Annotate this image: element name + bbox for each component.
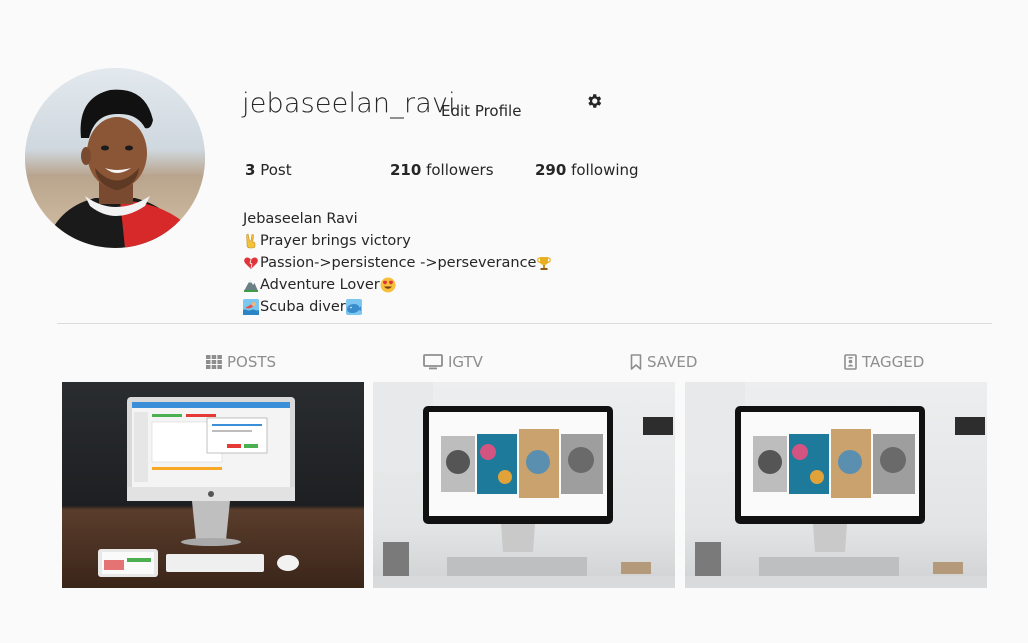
heart-eyes-icon (380, 277, 396, 293)
followers-label: followers (426, 161, 494, 179)
bio: Jebaseelan Ravi Prayer brings victory Pa… (243, 208, 553, 318)
trophy-icon (537, 257, 552, 270)
swimmer-icon (243, 299, 259, 315)
tab-igtv[interactable]: IGTV (423, 352, 483, 372)
bio-line: Adventure Lover (243, 274, 553, 296)
post-thumbnail[interactable] (373, 382, 675, 588)
followers-count: 210 (390, 161, 422, 179)
following-label: following (571, 161, 639, 179)
post-thumbnail[interactable] (62, 382, 364, 588)
avatar[interactable] (25, 68, 205, 248)
tab-posts[interactable]: POSTS (206, 352, 276, 372)
stat-followers[interactable]: 210 followers (390, 161, 494, 179)
tab-label: IGTV (448, 353, 483, 371)
bio-line: Passion->persistence ->perseverance (243, 252, 553, 274)
divider (57, 323, 992, 324)
stat-posts: 3 Post (245, 161, 292, 179)
stat-following[interactable]: 290 following (535, 161, 639, 179)
whale-icon (345, 299, 362, 315)
bookmark-icon (630, 354, 642, 370)
grid-icon (206, 355, 222, 369)
tab-label: POSTS (227, 353, 277, 371)
bio-text: Adventure Lover (260, 277, 380, 293)
mountain-icon (244, 280, 258, 292)
tag-portrait-icon (844, 354, 857, 370)
bio-line: Prayer brings victory (243, 230, 553, 252)
profile-page: jebaseelan_ravi Edit Profile 3 Post 210 … (0, 0, 1028, 643)
tab-label: TAGGED (862, 353, 925, 371)
heart-icon (244, 257, 258, 269)
posts-label: Post (260, 161, 292, 179)
username: jebaseelan_ravi (242, 88, 456, 119)
bio-text: Scuba diver (260, 299, 346, 315)
tv-icon (423, 354, 443, 370)
tab-saved[interactable]: SAVED (630, 352, 697, 372)
victory-hand-icon (246, 233, 256, 249)
post-thumbnail[interactable] (685, 382, 987, 588)
bio-line: Scuba diver (243, 296, 553, 318)
tab-label: SAVED (647, 353, 698, 371)
gear-icon[interactable] (585, 92, 603, 110)
bio-name: Jebaseelan Ravi (243, 211, 358, 227)
tab-tagged[interactable]: TAGGED (844, 352, 924, 372)
bio-text: Passion->persistence ->perseverance (260, 255, 537, 271)
edit-profile-button[interactable]: Edit Profile (441, 102, 521, 120)
posts-count: 3 (245, 161, 256, 179)
following-count: 290 (535, 161, 567, 179)
bio-text: Prayer brings victory (260, 233, 411, 249)
